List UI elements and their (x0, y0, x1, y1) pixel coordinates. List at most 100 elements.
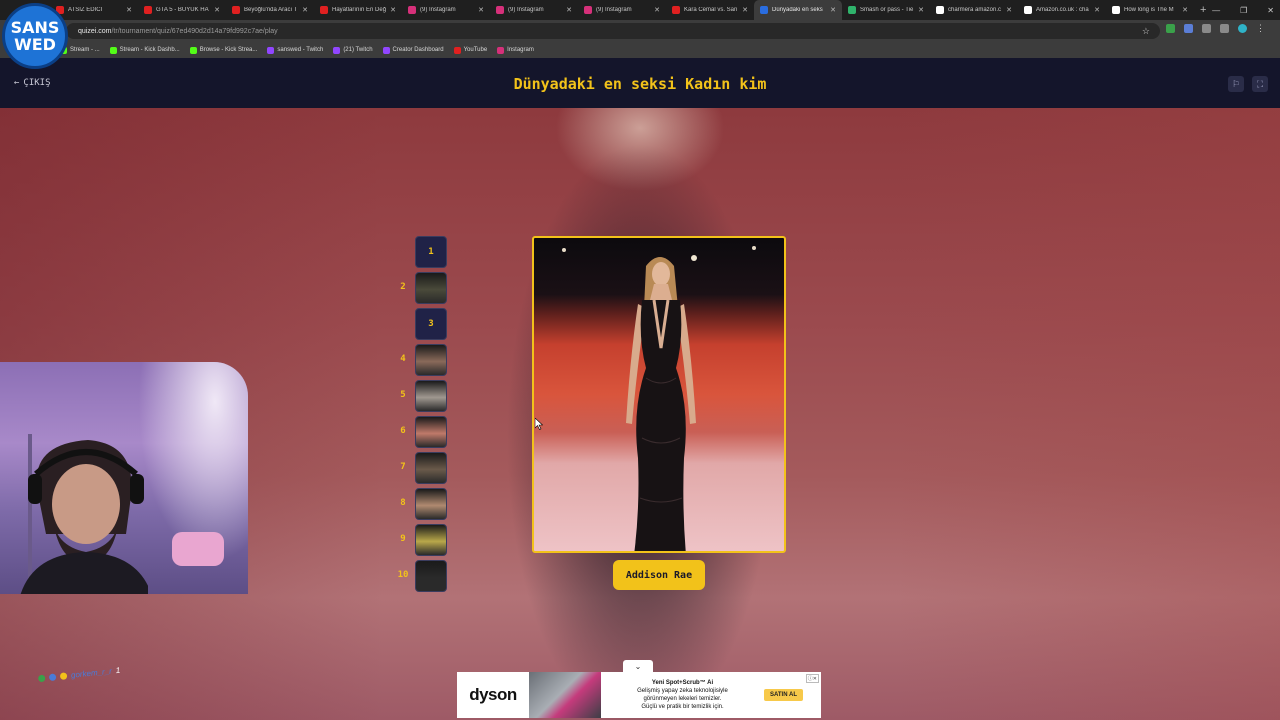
maximize-button[interactable]: ❐ (1240, 6, 1247, 15)
user-badge-icon (48, 673, 57, 682)
extension-icon[interactable] (1166, 24, 1175, 33)
tab-close-icon[interactable]: ✕ (214, 6, 220, 14)
tab-label: Smash or pass - Tie (860, 7, 914, 13)
browser-tab[interactable]: (9) Instagram ✕ (578, 0, 666, 20)
bracket-item[interactable]: 6 (394, 416, 450, 448)
tab-close-icon[interactable]: ✕ (302, 6, 308, 14)
browser-tab[interactable]: Dünyadaki en seks ✕ (754, 0, 842, 20)
bookmark-favicon-icon (453, 46, 461, 54)
tab-favicon-icon (496, 6, 504, 14)
browser-tab[interactable]: How long is The M ✕ (1106, 0, 1194, 20)
bracket-number: 2 (400, 282, 406, 292)
logo-line-2: WED (14, 35, 56, 54)
flag-icon[interactable]: ⚐ (1228, 76, 1244, 92)
bookmark-label: Stream - Kick Dashb... (119, 47, 180, 53)
ad-cta-button[interactable]: SATIN AL (764, 689, 803, 701)
tab-close-icon[interactable]: ✕ (1006, 6, 1012, 14)
browser-tab[interactable]: Beyoğlu'nda Aracı T ✕ (226, 0, 314, 20)
ad-banner[interactable]: dyson Yeni Spot+Scrub™ Ai Gelişmiş yapay… (457, 672, 821, 718)
kick-badge-icon (37, 674, 46, 683)
bracket-item[interactable]: 4 (394, 344, 450, 376)
bookmark-favicon-icon (109, 46, 117, 54)
url-field[interactable]: quizei.com /tr/tournament/quiz/67ed490d2… (66, 23, 1160, 39)
tab-favicon-icon (936, 6, 944, 14)
bookmark-item[interactable]: Browse - Kick Strea... (189, 46, 258, 54)
close-window-button[interactable]: ✕ (1267, 6, 1274, 15)
candidate-image[interactable] (532, 236, 786, 553)
browser-tab-strip: ATSIZ EDİCİ ✕ GTA 5 - BÜYÜK HA ✕ Beyoğlu'nda… (0, 0, 1280, 20)
bracket-item[interactable]: 7 (394, 452, 450, 484)
bookmark-item[interactable]: Stream - Kick Dashb... (109, 46, 180, 54)
quiz-title: Dünyadaki en seksi Kadın kim (513, 75, 767, 93)
bracket-item[interactable]: 5 (394, 380, 450, 412)
browser-tab[interactable]: Smash or pass - Tie ✕ (842, 0, 930, 20)
tab-label: charmera amazon.c (948, 7, 1002, 13)
logo-line-1: SANS (10, 18, 60, 37)
ad-collapse-toggle[interactable]: ⌄ (623, 660, 653, 672)
ad-line-1: Yeni Spot+Scrub™ Ai (651, 680, 714, 686)
tab-close-icon[interactable]: ✕ (742, 6, 748, 14)
ad-choices-icon[interactable]: ⓘ✕ (805, 674, 819, 683)
browser-menu-icon[interactable]: ⋮ (1256, 24, 1265, 33)
candidate-photo (562, 246, 756, 551)
browser-tab[interactable]: (9) Instagram ✕ (490, 0, 578, 20)
tab-label: ATSIZ EDİCİ (68, 7, 103, 13)
new-tab-button[interactable]: + (1200, 4, 1206, 16)
bookmark-item[interactable]: Stream - ... (60, 46, 100, 54)
tab-favicon-icon (408, 6, 416, 14)
bracket-item[interactable]: 8 (394, 488, 450, 520)
bracket-item[interactable]: 3 (394, 308, 450, 340)
bookmark-label: Browse - Kick Strea... (199, 47, 258, 53)
tab-label: (9) Instagram (420, 7, 456, 13)
extension-icon[interactable] (1220, 24, 1229, 33)
tab-close-icon[interactable]: ✕ (478, 6, 484, 14)
bookmark-item[interactable]: (21) Twitch (333, 46, 373, 54)
bracket-number: 5 (400, 390, 406, 400)
candidate-name-button[interactable]: Addison Rae (613, 560, 705, 590)
ad-line-3: görünmeyen lekeleri temizler. (643, 696, 722, 702)
browser-tab[interactable]: ATSIZ EDİCİ ✕ (50, 0, 138, 20)
tab-close-icon[interactable]: ✕ (1094, 6, 1100, 14)
bookmark-label: Stream - ... (70, 47, 100, 53)
tab-close-icon[interactable]: ✕ (1182, 6, 1188, 14)
bookmark-label: Creator Dashboard (392, 47, 444, 53)
bookmark-label: sanswed - Twitch (277, 47, 324, 53)
chat-badge-count: 1 (115, 665, 121, 676)
bracket-thumbnail (415, 416, 447, 448)
bracket-thumbnail (415, 344, 447, 376)
bracket-item[interactable]: 9 (394, 524, 450, 556)
bookmark-star-icon[interactable]: ☆ (1142, 26, 1150, 37)
browser-tab[interactable]: GTA 5 - BÜYÜK HA ✕ (138, 0, 226, 20)
tab-close-icon[interactable]: ✕ (566, 6, 572, 14)
browser-tab[interactable]: Kara Cemal vs. San ✕ (666, 0, 754, 20)
profile-avatar-icon[interactable] (1238, 24, 1247, 33)
bookmark-item[interactable]: sanswed - Twitch (267, 46, 324, 54)
browser-tab[interactable]: (9) Instagram ✕ (402, 0, 490, 20)
bracket-item[interactable]: 2 (394, 272, 450, 304)
tab-close-icon[interactable]: ✕ (830, 6, 836, 14)
tab-close-icon[interactable]: ✕ (126, 6, 132, 14)
bookmark-item[interactable]: Creator Dashboard (382, 46, 444, 54)
streamer-figure (20, 434, 148, 594)
fullscreen-icon[interactable]: ⛶ (1252, 76, 1268, 92)
bookmark-item[interactable]: YouTube (453, 46, 487, 54)
bookmark-item[interactable]: Instagram (497, 46, 534, 54)
bracket-thumbnail (415, 560, 447, 592)
tab-close-icon[interactable]: ✕ (654, 6, 660, 14)
tab-label: GTA 5 - BÜYÜK HA (156, 7, 209, 13)
bracket-item[interactable]: 1 (394, 236, 450, 268)
tab-close-icon[interactable]: ✕ (918, 6, 924, 14)
webcam-overlay (0, 362, 248, 594)
bracket-number: 9 (400, 534, 406, 544)
bookmark-favicon-icon (189, 46, 197, 54)
bracket-item[interactable]: 10 (394, 560, 450, 592)
browser-tab[interactable]: Hayatlarının En Değ ✕ (314, 0, 402, 20)
bookmark-favicon-icon (333, 46, 341, 54)
browser-tab[interactable]: charmera amazon.c ✕ (930, 0, 1018, 20)
extension-icon[interactable] (1184, 24, 1193, 33)
browser-tab[interactable]: Amazon.co.uk : cha ✕ (1018, 0, 1106, 20)
extensions-puzzle-icon[interactable] (1202, 24, 1211, 33)
minimize-button[interactable]: — (1212, 6, 1220, 15)
extension-icons: ⋮ (1166, 24, 1265, 33)
tab-close-icon[interactable]: ✕ (390, 6, 396, 14)
